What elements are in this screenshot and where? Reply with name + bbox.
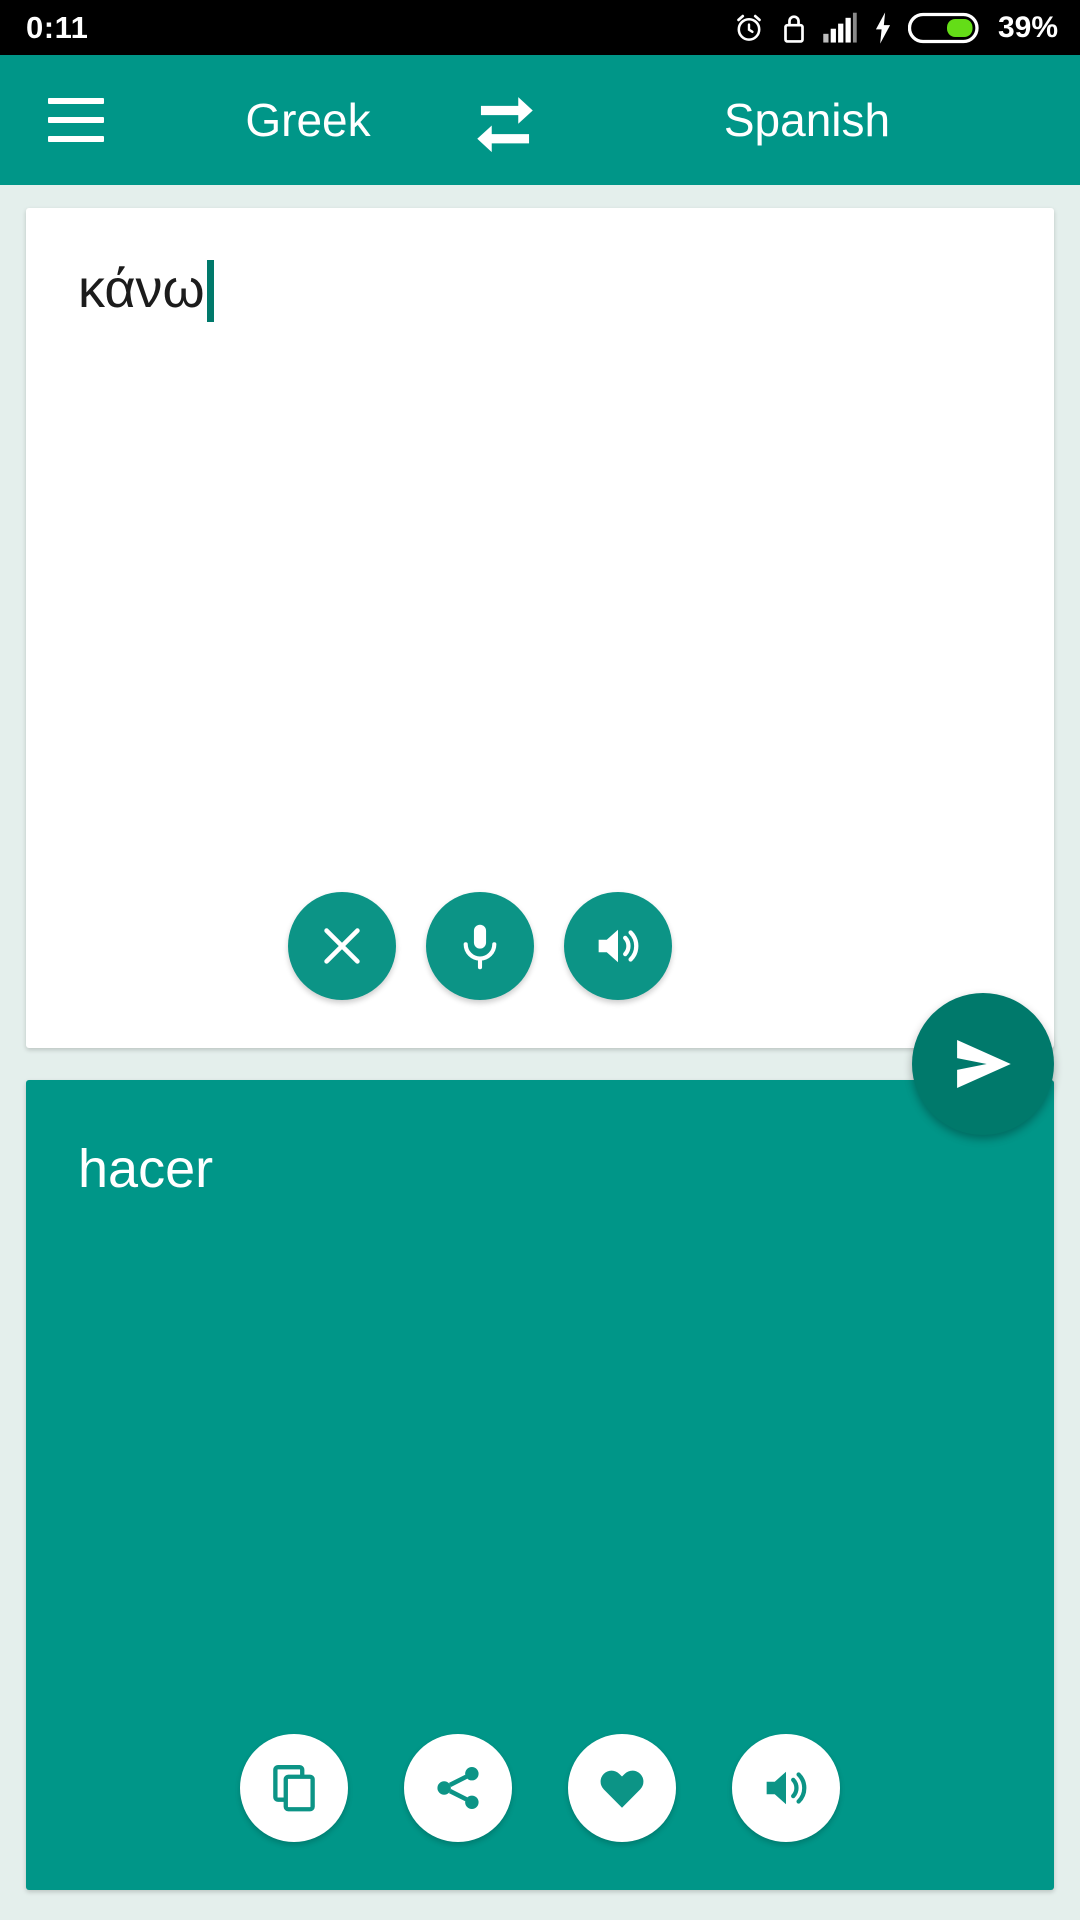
swap-languages-icon (477, 97, 533, 153)
send-icon (957, 1039, 1011, 1089)
send-button[interactable] (912, 993, 1054, 1135)
source-text-input[interactable]: κάνω (78, 256, 994, 324)
speaker-icon (598, 929, 639, 963)
speak-source-button[interactable] (564, 892, 672, 1000)
battery-percent-label: 39% (997, 10, 1058, 44)
menu-icon-line (48, 136, 104, 142)
close-icon (324, 928, 360, 964)
microphone-icon (463, 924, 497, 970)
swap-languages-button[interactable] (450, 65, 560, 175)
source-text-value: κάνω (78, 259, 205, 319)
menu-button[interactable] (26, 70, 126, 170)
source-language-selector[interactable]: Greek (178, 93, 438, 147)
translation-result-card: hacer (26, 1080, 1054, 1890)
speak-target-button[interactable] (732, 1734, 840, 1842)
clear-button[interactable] (288, 892, 396, 1000)
share-icon (437, 1766, 479, 1810)
result-actions (26, 1734, 1054, 1842)
battery-icon (907, 12, 979, 43)
status-bar: 0:11 39% (0, 0, 1080, 55)
app-bar: Greek Spanish (0, 55, 1080, 185)
source-text-card: κάνω (26, 208, 1054, 1048)
signal-icon (823, 12, 857, 43)
text-cursor (206, 260, 214, 322)
lock-icon (784, 14, 804, 43)
alarm-icon (737, 14, 761, 41)
target-language-selector[interactable]: Spanish (560, 93, 1080, 147)
status-clock: 0:11 (26, 9, 89, 45)
menu-icon-line (48, 98, 104, 104)
microphone-button[interactable] (426, 892, 534, 1000)
translated-text-value: hacer (78, 1139, 214, 1199)
heart-icon (600, 1770, 644, 1808)
speaker-icon (766, 1771, 807, 1805)
source-actions (26, 892, 1054, 1000)
menu-icon-line (48, 117, 104, 123)
favorite-button[interactable] (568, 1734, 676, 1842)
share-button[interactable] (404, 1734, 512, 1842)
copy-button[interactable] (240, 1734, 348, 1842)
charging-bolt-icon (875, 11, 891, 44)
status-icons: 39% (732, 11, 1058, 45)
copy-icon (273, 1765, 315, 1812)
